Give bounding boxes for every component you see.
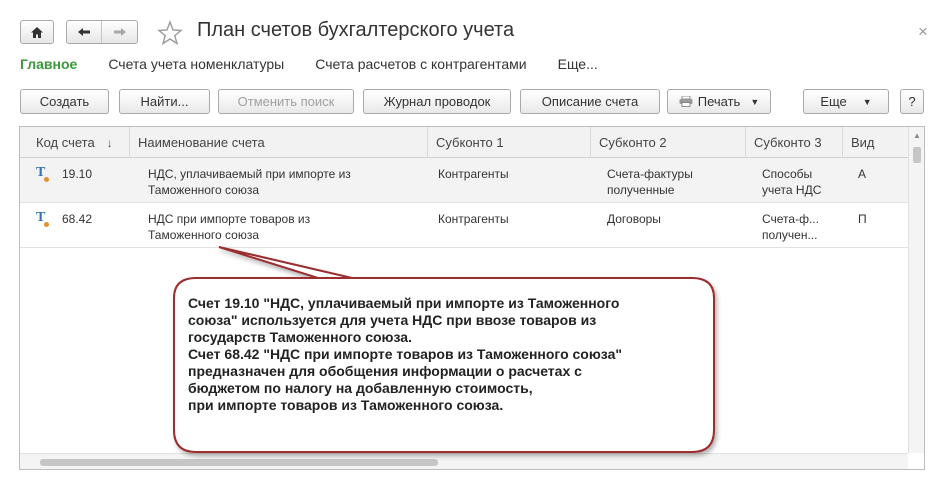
close-icon[interactable]: × (918, 22, 928, 42)
more-label: Еще (820, 94, 847, 109)
subconto-3-value: Способы (762, 167, 813, 181)
account-name-line: Таможенного союза (148, 228, 259, 242)
find-button[interactable]: Найти... (119, 89, 210, 114)
arrow-left-icon (78, 28, 90, 36)
more-button[interactable]: Еще ▼ (803, 89, 889, 114)
callout-line: предназначен для обобщения информации о … (188, 363, 582, 379)
print-label: Печать (697, 94, 741, 109)
forward-button[interactable] (102, 21, 137, 43)
column-header-subconto-1[interactable]: Субконто 1 (428, 127, 591, 158)
column-header-subconto-2[interactable]: Субконто 2 (591, 127, 746, 158)
account-name-line: НДС, уплачиваемый при импорте из (148, 167, 351, 181)
horizontal-scrollbar[interactable] (20, 453, 908, 469)
account-description-button[interactable]: Описание счета (520, 89, 660, 114)
callout-line: союза" используется для учета НДС при вв… (188, 312, 597, 328)
section-tabs: Главное Счета учета номенклатуры Счета р… (20, 56, 629, 72)
column-header-code[interactable]: Код счета ↓ (20, 127, 130, 158)
account-name-line: Таможенного союза (148, 183, 259, 197)
tab-more[interactable]: Еще... (558, 56, 598, 72)
cancel-search-button[interactable]: Отменить поиск (218, 89, 354, 114)
subconto-3-value: Счета-ф... (762, 212, 819, 226)
subconto-2-value: Счета-фактуры (607, 167, 693, 181)
horizontal-scroll-thumb[interactable] (40, 459, 438, 466)
scroll-up-icon[interactable]: ▲ (913, 131, 921, 140)
account-name-line: НДС при импорте товаров из (148, 212, 311, 226)
print-button[interactable]: Печать ▼ (667, 89, 771, 114)
vertical-scroll-thumb[interactable] (913, 147, 921, 163)
create-button[interactable]: Создать (20, 89, 109, 114)
navigation-buttons (66, 20, 138, 44)
page-title: План счетов бухгалтерского учета (197, 19, 515, 41)
arrow-right-icon (113, 28, 126, 36)
account-kind: П (858, 212, 867, 226)
home-icon (31, 26, 43, 38)
vertical-scrollbar[interactable]: ▲ (908, 127, 924, 453)
callout-line: Счет 68.42 "НДС при импорте товаров из Т… (188, 346, 623, 362)
subconto-2-value: Договоры (607, 212, 661, 226)
table-row[interactable]: T 19.10 НДС, уплачиваемый при импорте из… (20, 158, 908, 203)
subconto-1-value: Контрагенты (438, 167, 509, 181)
callout-line: бюджетом по налогу на добавленную стоимо… (188, 380, 533, 396)
account-kind: А (858, 167, 867, 181)
star-icon[interactable] (157, 20, 183, 46)
subconto-3-value: учета НДС (762, 183, 822, 197)
callout-line: при импорте товаров из Таможенного союза… (188, 397, 504, 413)
column-header-subconto-3[interactable]: Субконто 3 (746, 127, 843, 158)
home-button[interactable] (20, 20, 54, 44)
account-icon: T (36, 165, 52, 184)
subconto-1-value: Контрагенты (438, 212, 509, 226)
sort-arrow-icon: ↓ (106, 135, 113, 150)
tab-nomenclature-accounts[interactable]: Счета учета номенклатуры (108, 56, 284, 72)
tab-main[interactable]: Главное (20, 56, 77, 72)
printer-icon (679, 96, 693, 107)
column-header-name[interactable]: Наименование счета (130, 127, 428, 158)
journal-button[interactable]: Журнал проводок (363, 89, 511, 114)
account-icon: T (36, 210, 52, 229)
table-header: Код счета ↓ Наименование счета Субконто … (20, 127, 908, 158)
subconto-3-value: получен... (762, 228, 818, 242)
back-button[interactable] (67, 21, 103, 43)
account-code: 68.42 (62, 212, 93, 226)
subconto-2-value: полученные (607, 183, 675, 197)
table-row[interactable]: T 68.42 НДС при импорте товаров из Тамож… (20, 203, 908, 248)
callout-line: государств Таможенного союза. (188, 329, 412, 345)
tab-counterparty-accounts[interactable]: Счета расчетов с контрагентами (315, 56, 526, 72)
chevron-down-icon: ▼ (862, 96, 872, 107)
column-header-kind[interactable]: Вид (843, 127, 908, 158)
callout-text: Счет 19.10 "НДС, уплачиваемый при импорт… (188, 295, 708, 414)
callout-line: Счет 19.10 "НДС, уплачиваемый при импорт… (188, 295, 620, 311)
chevron-down-icon: ▼ (750, 96, 760, 107)
account-code: 19.10 (62, 167, 93, 181)
help-button[interactable]: ? (900, 89, 924, 114)
